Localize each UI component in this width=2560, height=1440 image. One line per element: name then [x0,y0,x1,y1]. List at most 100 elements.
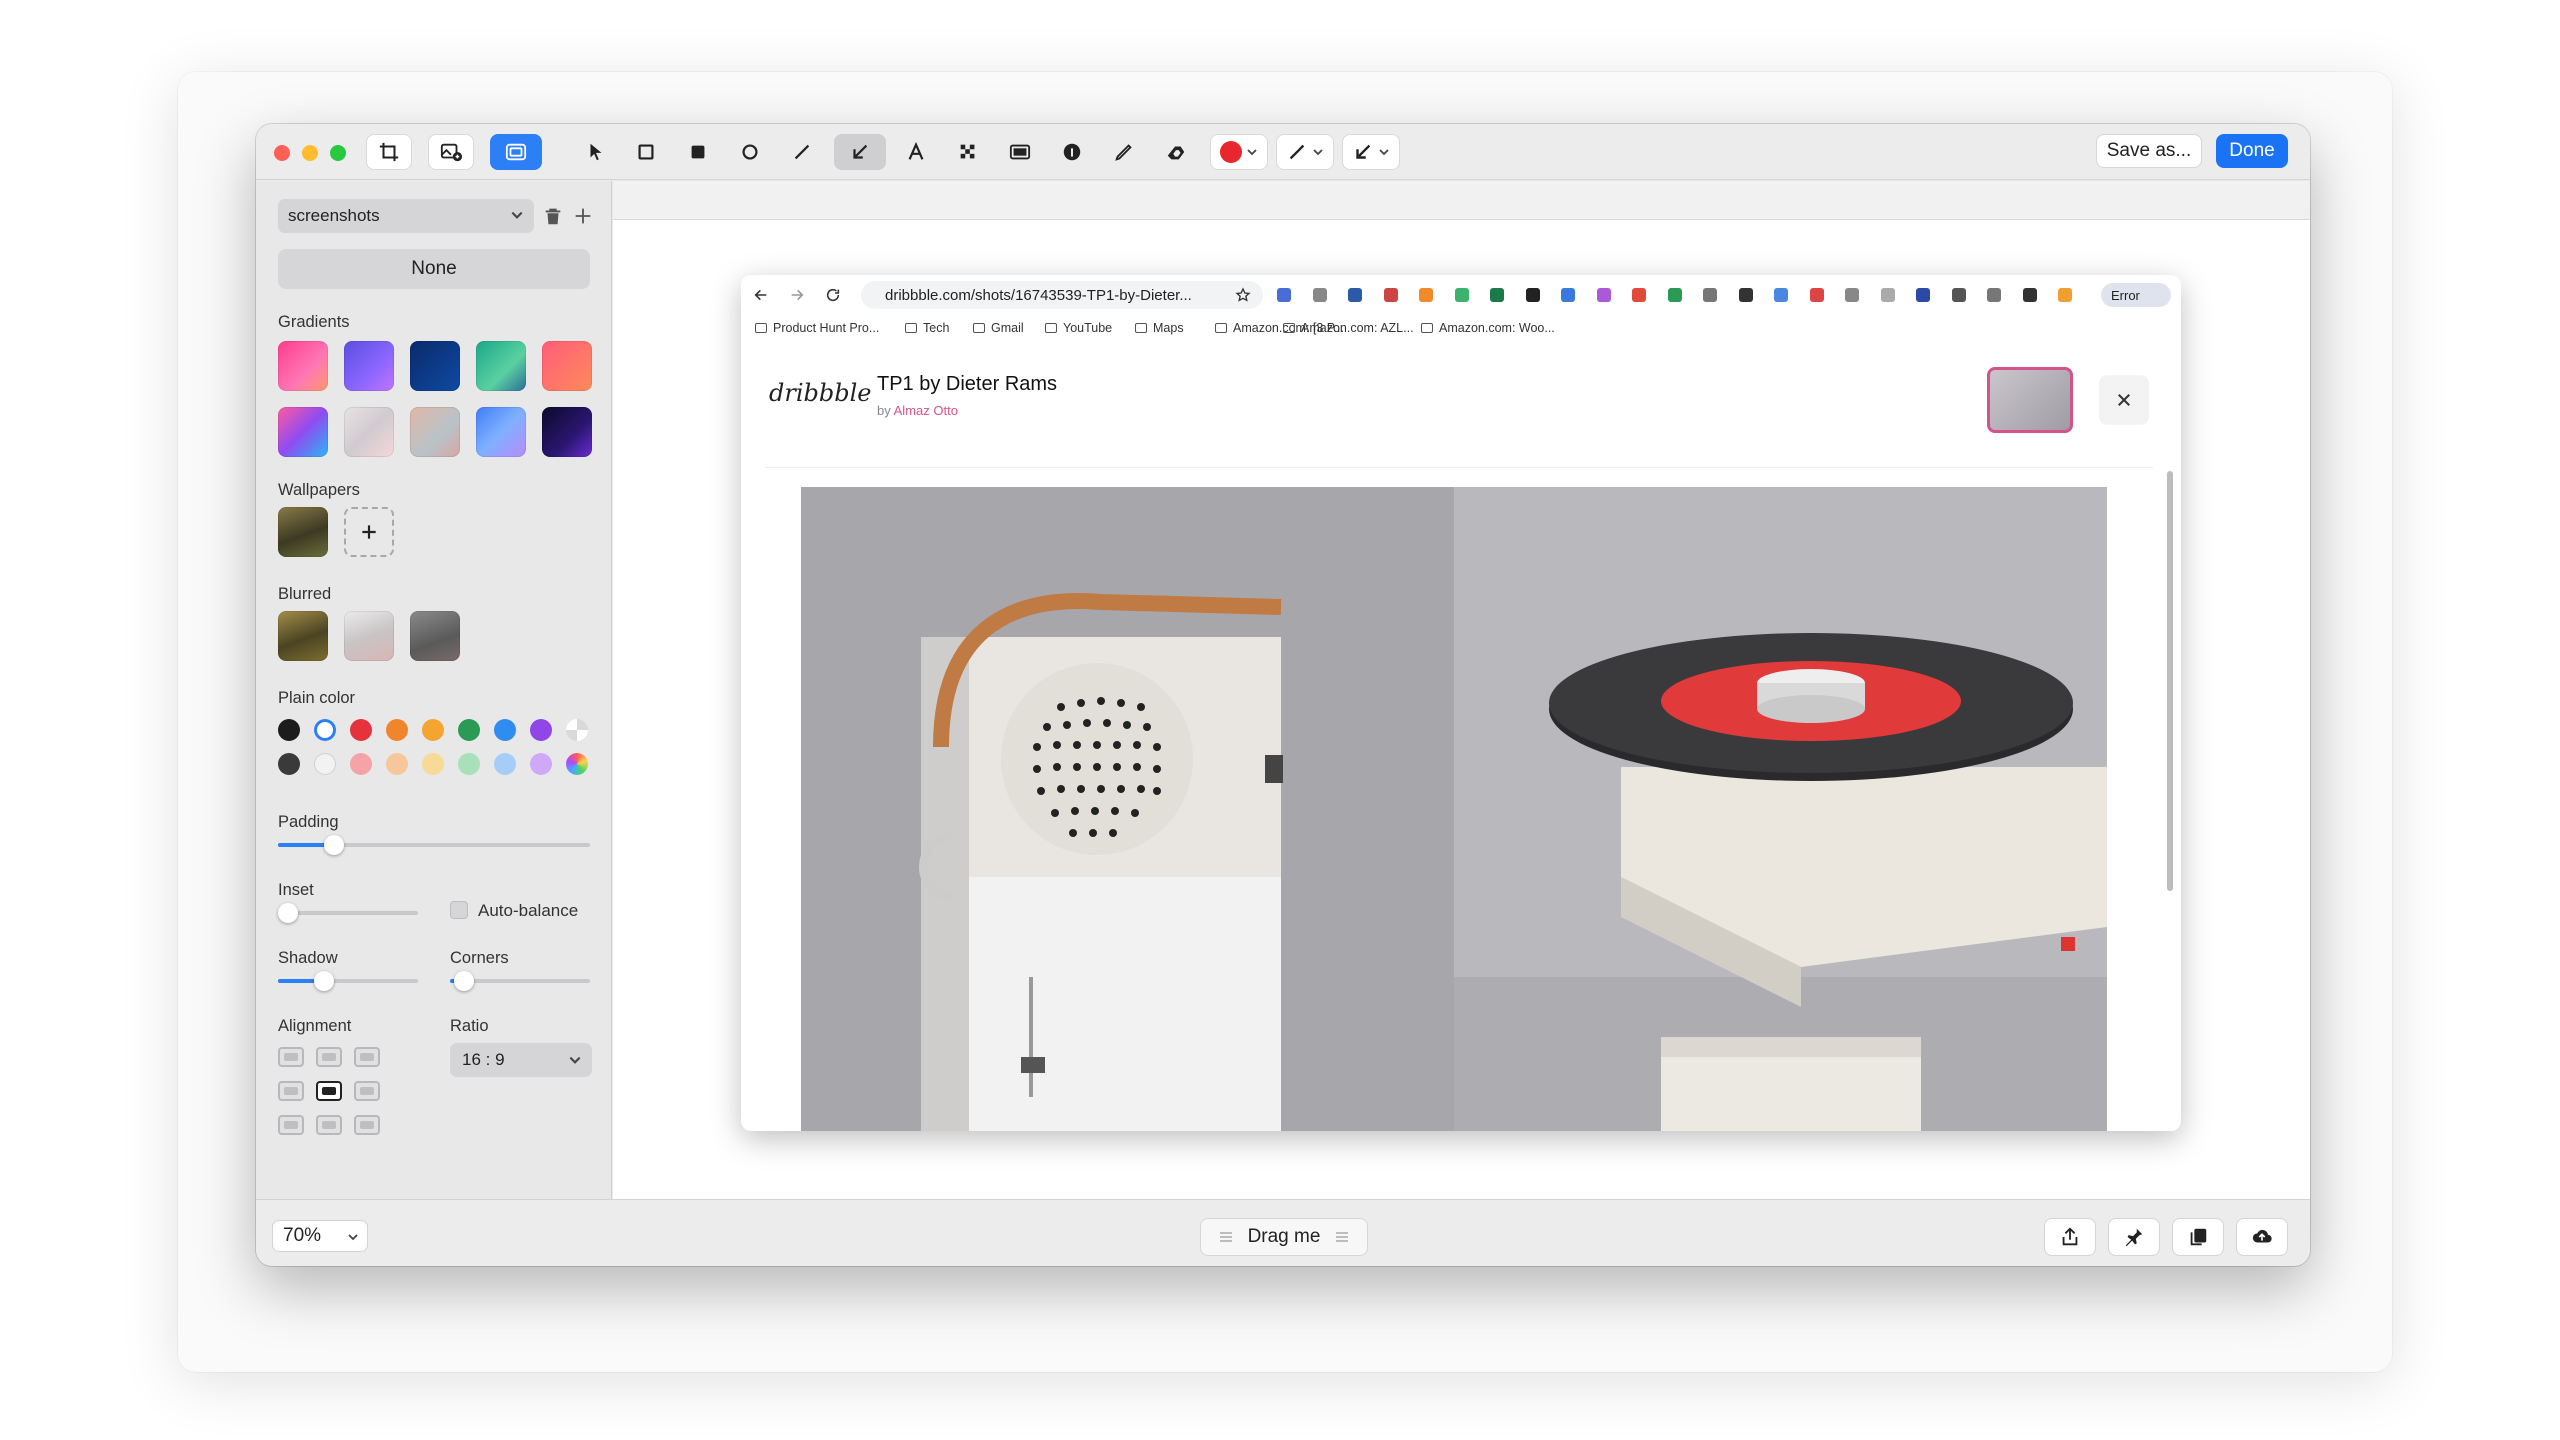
gradient-swatch[interactable] [542,341,592,391]
plain-color-label: Plain color [278,689,356,707]
background-button[interactable] [490,134,542,170]
preview-card: dribbble.com/shots/16743539-TP1-by-Diete… [613,219,2310,1239]
auto-balance-checkbox[interactable] [450,901,468,919]
plain-color-swatch[interactable] [530,719,552,741]
wallpaper-swatch[interactable] [278,507,328,557]
eraser-tool[interactable] [1158,134,1194,170]
transparent-swatch[interactable] [566,719,588,741]
alignment-option[interactable] [354,1047,380,1067]
corners-slider-knob[interactable] [454,971,474,991]
custom-color-swatch[interactable] [566,753,588,775]
upload-cloud-button[interactable] [2236,1218,2288,1256]
plain-color-swatch[interactable] [278,719,300,741]
chevron-down-icon [1379,149,1389,156]
zoom-window-button[interactable] [330,145,346,161]
inset-slider[interactable] [278,903,418,923]
turntable-illustration [801,487,2107,1131]
plain-color-swatch[interactable] [386,719,408,741]
rectangle-tool[interactable] [628,134,664,170]
trash-icon[interactable] [542,205,564,227]
corners-slider[interactable] [450,971,590,991]
copy-button[interactable] [2172,1218,2224,1256]
alignment-option[interactable] [354,1081,380,1101]
bookmark-icon [1283,323,1295,333]
arrow-style-picker[interactable] [1342,134,1400,170]
ratio-label: Ratio [450,1017,489,1035]
gradient-swatch[interactable] [344,407,394,457]
shadow-slider-knob[interactable] [314,971,335,991]
close-window-button[interactable] [274,145,290,161]
alignment-marker [284,1053,298,1061]
plain-color-swatch[interactable] [350,753,372,775]
minimize-window-button[interactable] [302,145,318,161]
blurred-swatch[interactable] [278,611,328,661]
close-icon [2118,394,2130,406]
blurred-swatch[interactable] [344,611,394,661]
preset-select[interactable]: screenshots [278,199,534,233]
plain-color-swatch[interactable] [278,753,300,775]
filled-rectangle-tool[interactable] [680,134,716,170]
gradient-swatch[interactable] [344,341,394,391]
inset-slider-knob[interactable] [278,903,298,923]
pin-button[interactable] [2108,1218,2160,1256]
blurred-swatch[interactable] [410,611,460,661]
add-preset-icon[interactable] [572,205,594,227]
gradient-swatch[interactable] [410,407,460,457]
crop-button[interactable] [366,134,412,170]
plain-color-swatch[interactable] [530,753,552,775]
add-wallpaper-button[interactable] [344,507,394,557]
plain-color-swatch[interactable] [350,719,372,741]
drag-handle[interactable]: Drag me [1200,1218,1368,1256]
line-tool[interactable] [784,134,820,170]
plain-color-swatch[interactable] [314,753,336,775]
pixelate-tool[interactable] [950,134,986,170]
plain-color-swatch[interactable] [458,753,480,775]
gradient-swatch[interactable] [476,341,526,391]
arrow-tool[interactable] [834,134,886,170]
gradient-swatch[interactable] [476,407,526,457]
add-image-button[interactable] [428,134,474,170]
extension-icon [1419,288,1433,302]
gradient-swatch[interactable] [278,407,328,457]
ellipse-tool[interactable] [732,134,768,170]
none-background-button[interactable]: None [278,249,590,289]
select-tool[interactable] [578,134,614,170]
bookmark-icon [1215,323,1227,333]
shadow-slider[interactable] [278,971,418,991]
color-picker[interactable] [1210,134,1268,170]
padding-slider-knob[interactable] [324,835,345,855]
pen-tool[interactable] [1106,134,1142,170]
ratio-select[interactable]: 16 : 9 [450,1043,592,1077]
extension-icon [1525,288,1540,302]
text-tool[interactable] [898,134,934,170]
alignment-option[interactable] [354,1115,380,1135]
alignment-option[interactable] [316,1047,342,1067]
plain-color-swatch[interactable] [386,753,408,775]
stroke-picker[interactable] [1276,134,1334,170]
gradient-swatch[interactable] [410,341,460,391]
gradient-swatch[interactable] [278,341,328,391]
plain-color-swatch[interactable] [494,719,516,741]
share-button[interactable] [2044,1218,2096,1256]
extension-icon [1312,288,1327,302]
done-button[interactable]: Done [2216,134,2288,168]
plain-color-swatch[interactable] [458,719,480,741]
counter-tool[interactable] [1054,134,1090,170]
highlight-tool[interactable] [1002,134,1038,170]
plain-color-swatch[interactable] [422,719,444,741]
alignment-option[interactable] [278,1115,304,1135]
save-as-button[interactable]: Save as... [2096,134,2202,168]
page-scrollbar [2167,471,2173,891]
padding-slider[interactable] [278,835,590,855]
zoom-select[interactable]: 70% [272,1220,368,1252]
alignment-option[interactable] [278,1081,304,1101]
gradient-swatch[interactable] [542,407,592,457]
alignment-option[interactable] [316,1081,342,1101]
plain-color-swatch[interactable] [494,753,516,775]
bookmark-item: YouTube [1045,321,1112,335]
cloud-upload-icon [2252,1229,2272,1243]
plain-color-swatch[interactable] [314,719,336,741]
plain-color-swatch[interactable] [422,753,444,775]
alignment-option[interactable] [316,1115,342,1135]
alignment-option[interactable] [278,1047,304,1067]
